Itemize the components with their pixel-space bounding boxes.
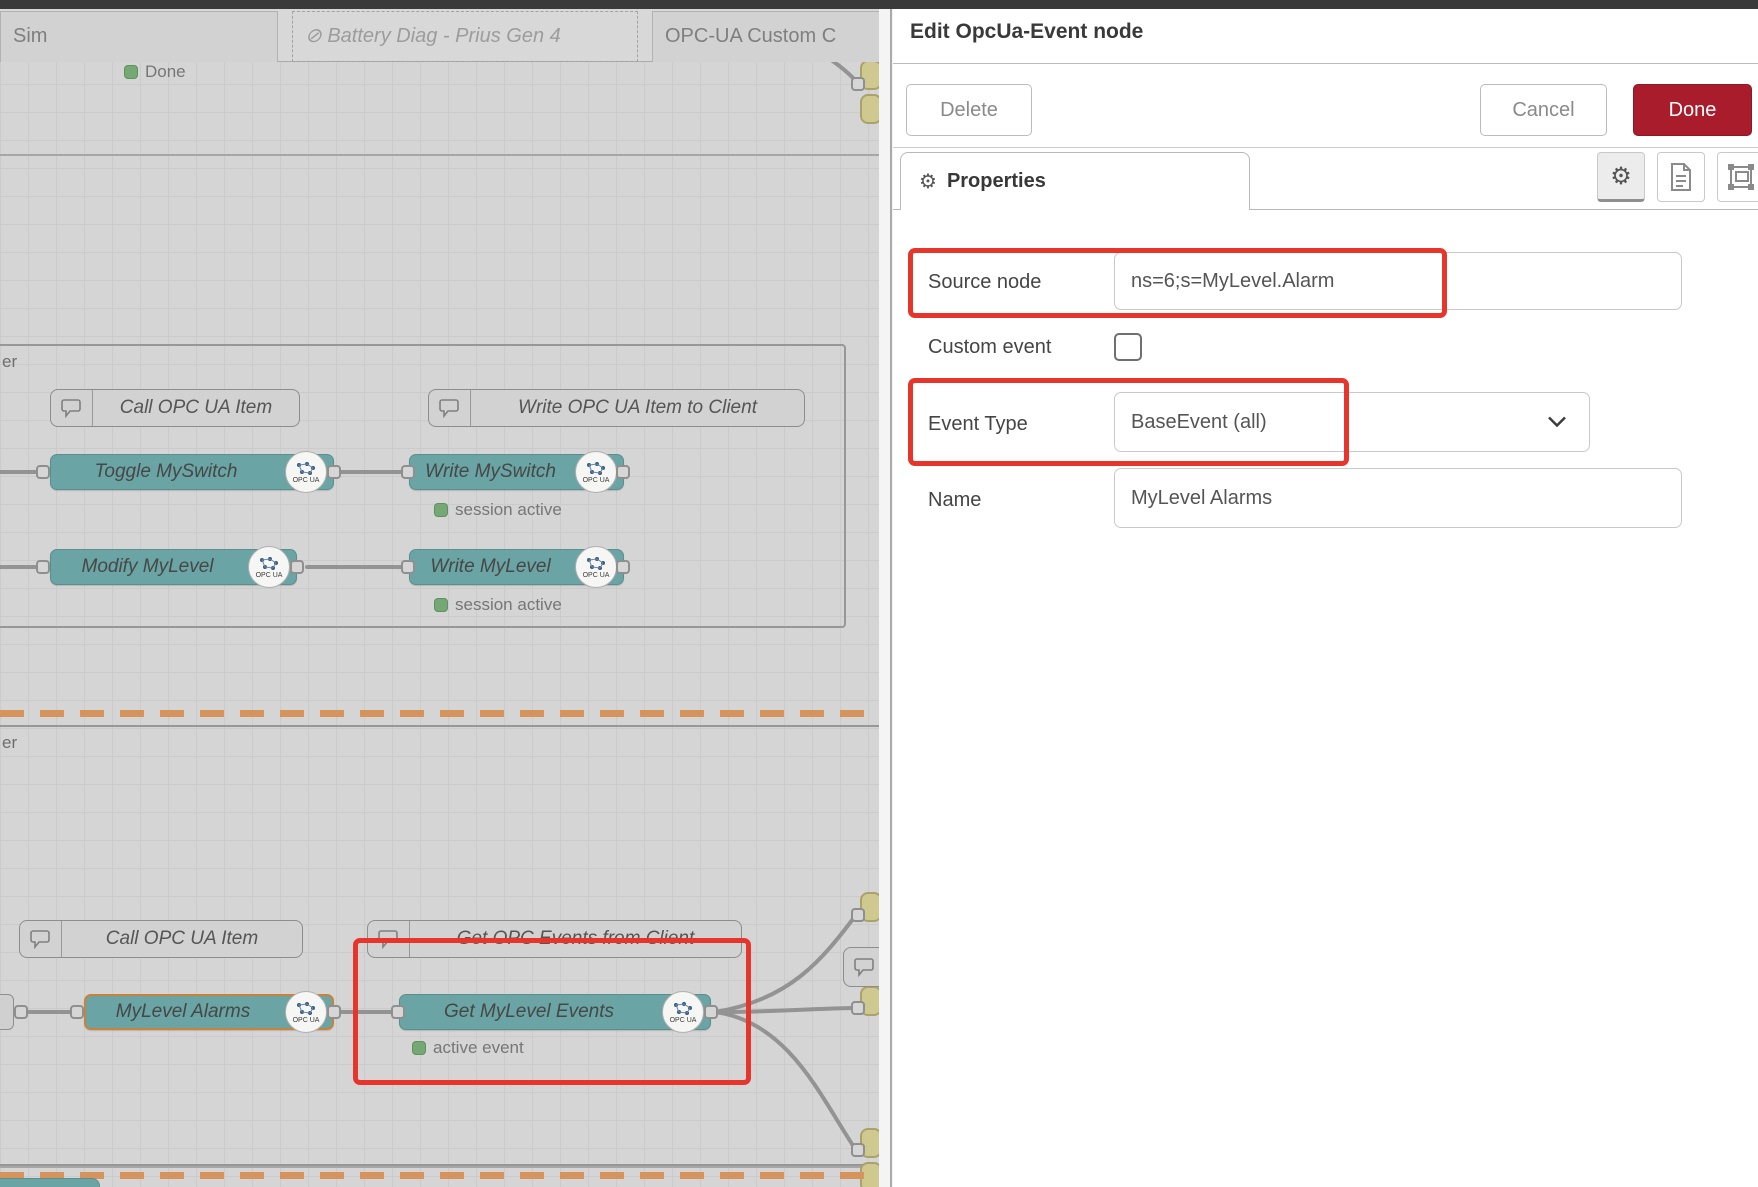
annotation-box-source-node bbox=[908, 248, 1447, 318]
status-green-dot bbox=[434, 503, 448, 517]
tab-sim[interactable]: Sim bbox=[0, 11, 278, 62]
badge-label: OPC UA bbox=[583, 477, 610, 484]
node-clipped-bottom[interactable] bbox=[0, 1178, 100, 1187]
properties-icon-button[interactable]: ⚙ bbox=[1597, 152, 1645, 202]
screenshot-root: Sim ⊘ Battery Diag - Prius Gen 4 OPC-UA … bbox=[0, 0, 1758, 1187]
status-label: Done bbox=[145, 62, 186, 82]
link-in-node[interactable] bbox=[0, 994, 14, 1030]
panel-title: Edit OpcUa-Event node bbox=[910, 20, 1143, 44]
comment-bubble-icon bbox=[51, 390, 93, 426]
output-port[interactable] bbox=[616, 560, 630, 574]
name-input[interactable] bbox=[1114, 468, 1682, 528]
name-label: Name bbox=[928, 489, 981, 512]
tab-battery-diag-label: Battery Diag - Prius Gen 4 bbox=[327, 25, 560, 47]
gear-icon: ⚙ bbox=[919, 169, 937, 194]
tab-battery-diag[interactable]: ⊘ Battery Diag - Prius Gen 4 bbox=[292, 11, 638, 62]
output-port[interactable] bbox=[290, 560, 304, 574]
badge-label: OPC UA bbox=[293, 477, 320, 484]
custom-event-label: Custom event bbox=[928, 336, 1051, 359]
opc-ua-badge-icon: OPC UA bbox=[285, 451, 327, 493]
custom-event-checkbox[interactable] bbox=[1114, 333, 1142, 361]
node-status-session-active: session active bbox=[434, 595, 562, 615]
comment-node-clipped[interactable] bbox=[843, 947, 879, 987]
workspace-tabbar: Sim ⊘ Battery Diag - Prius Gen 4 OPC-UA … bbox=[0, 9, 879, 62]
status-label: session active bbox=[455, 595, 562, 615]
document-icon bbox=[1669, 163, 1693, 191]
canvas-scroll-gutter[interactable] bbox=[879, 9, 893, 1187]
node-label: MyLevel Alarms bbox=[86, 996, 280, 1028]
link-port[interactable] bbox=[851, 1001, 865, 1015]
status-label: session active bbox=[455, 500, 562, 520]
tab-sim-label: Sim bbox=[13, 25, 47, 47]
edit-node-panel: Edit OpcUa-Event node Delete Cancel Done… bbox=[893, 9, 1758, 1187]
badge-label: OPC UA bbox=[256, 572, 283, 579]
selected-group-dashed-border bbox=[0, 710, 879, 717]
comment-bubble-icon bbox=[429, 390, 471, 426]
comment-write-opc-ua-item[interactable]: Write OPC UA Item to Client bbox=[428, 389, 805, 427]
comment-bubble-icon bbox=[20, 921, 62, 957]
link-port[interactable] bbox=[851, 1143, 865, 1157]
status-green-dot bbox=[124, 65, 138, 79]
node-label: Write MySwitch bbox=[410, 455, 571, 489]
comment-bubble-icon bbox=[844, 948, 879, 986]
comment-label: Write OPC UA Item to Client bbox=[471, 390, 804, 426]
browser-top-strip bbox=[0, 0, 1758, 9]
link-port[interactable] bbox=[851, 77, 865, 91]
opc-ua-badge-icon: OPC UA bbox=[575, 451, 617, 493]
input-port[interactable] bbox=[36, 465, 50, 479]
node-label: Modify MyLevel bbox=[51, 550, 244, 584]
opc-ua-badge-icon: OPC UA bbox=[575, 546, 617, 588]
status-green-dot bbox=[434, 598, 448, 612]
input-port[interactable] bbox=[70, 1005, 84, 1019]
input-port[interactable] bbox=[401, 465, 415, 479]
selected-group-dashed-border bbox=[0, 1172, 879, 1179]
comment-label: Call OPC UA Item bbox=[62, 921, 302, 957]
opc-ua-badge-icon: OPC UA bbox=[285, 991, 327, 1033]
annotation-box-get-events bbox=[353, 938, 751, 1085]
gear-icon: ⚙ bbox=[1610, 162, 1632, 191]
badge-label: OPC UA bbox=[583, 572, 610, 579]
opc-ua-badge-icon: OPC UA bbox=[248, 546, 290, 588]
flow-canvas[interactable]: Sim ⊘ Battery Diag - Prius Gen 4 OPC-UA … bbox=[0, 0, 879, 1187]
annotation-box-event-type bbox=[908, 378, 1349, 466]
link-node-stub[interactable] bbox=[860, 94, 879, 124]
divider bbox=[893, 63, 1758, 64]
node-status-done: Done bbox=[124, 62, 186, 82]
comment-call-opc-ua-item-2[interactable]: Call OPC UA Item bbox=[19, 920, 303, 958]
done-button[interactable]: Done bbox=[1633, 84, 1752, 136]
output-port[interactable] bbox=[616, 465, 630, 479]
disabled-flow-icon: ⊘ bbox=[305, 25, 322, 47]
input-port[interactable] bbox=[36, 560, 50, 574]
tab-opcua-custom-label: OPC-UA Custom C bbox=[665, 25, 836, 47]
tab-opcua-custom[interactable]: OPC-UA Custom C bbox=[652, 11, 879, 62]
appearance-icon-button[interactable] bbox=[1717, 152, 1758, 202]
node-label: Toggle MySwitch bbox=[51, 455, 281, 489]
node-label: Write MyLevel bbox=[410, 550, 571, 584]
comment-label: Call OPC UA Item bbox=[93, 390, 299, 426]
comment-call-opc-ua-item[interactable]: Call OPC UA Item bbox=[50, 389, 300, 427]
delete-button[interactable]: Delete bbox=[906, 84, 1032, 136]
description-icon-button[interactable] bbox=[1657, 152, 1705, 202]
output-port[interactable] bbox=[14, 1005, 28, 1019]
tab-properties-label: Properties bbox=[947, 170, 1046, 193]
chevron-down-icon bbox=[1547, 411, 1567, 434]
badge-label: OPC UA bbox=[293, 1017, 320, 1024]
output-port[interactable] bbox=[327, 465, 341, 479]
cancel-button[interactable]: Cancel bbox=[1480, 84, 1607, 136]
output-port[interactable] bbox=[327, 1005, 341, 1019]
frame-icon bbox=[1727, 163, 1755, 191]
link-port[interactable] bbox=[851, 908, 865, 922]
divider bbox=[893, 147, 1758, 148]
input-port[interactable] bbox=[401, 560, 415, 574]
tab-properties[interactable]: ⚙ Properties bbox=[900, 152, 1250, 210]
node-status-session-active: session active bbox=[434, 500, 562, 520]
